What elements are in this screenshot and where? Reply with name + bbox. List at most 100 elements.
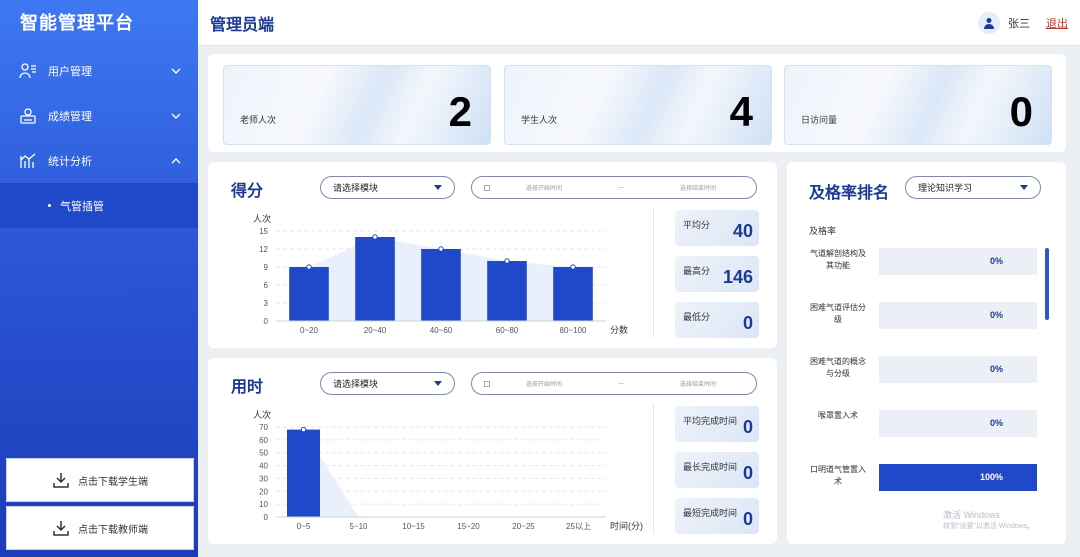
rank-bar: 0%	[879, 248, 1037, 275]
stat-card-daily-visits: 日访问量 0	[784, 65, 1052, 145]
select-value: 请选择模块	[333, 183, 379, 193]
y-axis-label: 人次	[253, 213, 271, 224]
stat-value: 2	[448, 88, 472, 135]
rank-item-name: 困难气道的概念与分级	[810, 357, 866, 378]
y-tick-label: 3	[264, 299, 269, 308]
stat-value: 0	[1009, 88, 1033, 135]
max-score-card: 最高分 146	[675, 256, 759, 292]
score-module-select[interactable]: 请选择模块	[320, 176, 455, 199]
stat-value: 4	[729, 88, 753, 135]
bar-point	[300, 426, 307, 433]
bar[interactable]	[487, 261, 527, 321]
x-tick-label: 20~40	[364, 326, 387, 335]
x-axis-label: 分数	[610, 324, 628, 335]
y-tick-label: 50	[259, 449, 268, 458]
time-date-range[interactable]: 选择开始时间 — 选择结束时间	[471, 372, 757, 395]
rank-bar-value: 100%	[979, 472, 1003, 482]
rank-scrollbar[interactable]	[1045, 248, 1049, 320]
stat-label: 学生人次	[521, 115, 558, 125]
bar-point	[504, 258, 510, 264]
avatar[interactable]	[978, 11, 1000, 34]
rank-bar: 100%	[879, 464, 1037, 491]
bar[interactable]	[287, 429, 320, 517]
stat-label: 老师人次	[240, 115, 277, 125]
avg-score-card: 平均分 40	[675, 210, 759, 246]
x-tick-label: 25以上	[566, 522, 591, 531]
time-panel: 用时 请选择模块 选择开始时间 — 选择结束时间 人次 0 10 20 30 40 50 60…	[208, 358, 777, 544]
summary-label: 最短完成时间	[683, 508, 738, 518]
range-end: 选择结束时间	[680, 382, 717, 388]
download-icon	[53, 521, 69, 536]
summary-label: 最低分	[683, 312, 711, 322]
stat-label: 日访问量	[801, 115, 838, 125]
bar[interactable]	[289, 267, 329, 321]
calendar-icon	[484, 185, 490, 191]
min-score-card: 最低分 0	[675, 302, 759, 338]
rank-item-name: 气道解剖结构及其功能	[810, 249, 866, 270]
y-tick-label: 40	[259, 462, 268, 471]
header: 管理员端 张三 退出	[198, 0, 1080, 46]
x-tick-label: 15~20	[457, 522, 480, 531]
select-value: 请选择模块	[333, 379, 379, 389]
rank-bar-value: 0%	[989, 256, 1003, 266]
avg-time-card: 平均完成时间 0	[675, 406, 759, 442]
y-tick-label: 70	[259, 423, 268, 432]
y-tick-label: 20	[259, 487, 268, 496]
rank-bar-fill	[879, 464, 1037, 491]
bar-point	[438, 246, 444, 252]
user-name: 张三	[1008, 17, 1030, 30]
sidebar-item-statistics[interactable]: 统计分析	[0, 138, 198, 183]
bar[interactable]	[421, 249, 461, 321]
y-axis-label: 人次	[253, 409, 271, 420]
download-student-button[interactable]: 点击下载学生端	[6, 458, 194, 502]
score-date-range[interactable]: 选择开始时间 — 选择结束时间	[471, 176, 757, 199]
sidebar: 智能管理平台 用户管理 成绩管理 统计分析 气管插管 点击下载学生端 点击下载教…	[0, 0, 198, 557]
download-student-label: 点击下载学生端	[78, 476, 148, 488]
grade-icon	[18, 106, 38, 126]
bullet	[48, 204, 51, 207]
stats-panel: 老师人次 2 学生人次 4 日访问量 0	[208, 54, 1066, 152]
summary-value: 0	[742, 463, 753, 483]
y-tick-label: 0	[264, 317, 269, 326]
download-icon	[53, 473, 69, 488]
sidebar-item-user-management[interactable]: 用户管理	[0, 48, 198, 93]
rank-item-name: 喉罩置入术	[818, 411, 858, 420]
user-icon	[984, 17, 994, 29]
bar-point	[570, 264, 576, 270]
sidebar-subitem-intubation[interactable]: 气管插管	[0, 183, 198, 228]
rank-panel-title: 及格率排名	[809, 185, 890, 202]
x-tick-label: 5~10	[349, 522, 368, 531]
chevron-down-icon	[171, 113, 181, 119]
x-tick-label: 0~5	[297, 522, 311, 531]
score-panel: 得分 请选择模块 选择开始时间 — 选择结束时间 人次 0 3 6 9 12 15 0~20 2…	[208, 162, 777, 348]
rank-module-select[interactable]: 理论知识学习	[905, 176, 1041, 199]
rank-bar: 0%	[879, 302, 1037, 329]
calendar-icon	[484, 381, 490, 387]
x-tick-label: 60~80	[496, 326, 519, 335]
range-separator: —	[618, 380, 624, 387]
download-teacher-button[interactable]: 点击下载教师端	[6, 506, 194, 550]
y-tick-label: 30	[259, 474, 268, 483]
bar[interactable]	[355, 237, 395, 321]
sidebar-item-grade-management[interactable]: 成绩管理	[0, 93, 198, 138]
logout-link[interactable]: 退出	[1046, 15, 1068, 31]
y-tick-label: 60	[259, 436, 268, 445]
max-time-card: 最长完成时间 0	[675, 452, 759, 488]
summary-value: 0	[742, 509, 753, 529]
rank-item-name: 口明道气管置入术	[810, 465, 866, 486]
summary-value: 0	[742, 313, 753, 333]
watermark-line: 激活 Windows	[943, 510, 1001, 520]
summary-label: 最高分	[683, 266, 711, 276]
summary-value: 40	[732, 221, 753, 241]
bar-point	[372, 234, 378, 240]
time-module-select[interactable]: 请选择模块	[320, 372, 455, 395]
rank-bar-value: 0%	[989, 418, 1003, 428]
page-title: 管理员端	[210, 16, 275, 34]
caret-down-icon	[434, 381, 442, 386]
score-chart: 人次 0 3 6 9 12 15 0~20 20~40 40~60 60~80 80~100 分数	[253, 213, 628, 335]
bar[interactable]	[553, 267, 593, 321]
main-content: 老师人次 2 学生人次 4 日访问量 0 得分 请选择模块 选择开始时间 — 选…	[198, 46, 1080, 557]
summary-label: 平均分	[683, 220, 711, 230]
stat-card-teachers: 老师人次 2	[223, 65, 491, 145]
x-tick-label: 20~25	[512, 522, 535, 531]
